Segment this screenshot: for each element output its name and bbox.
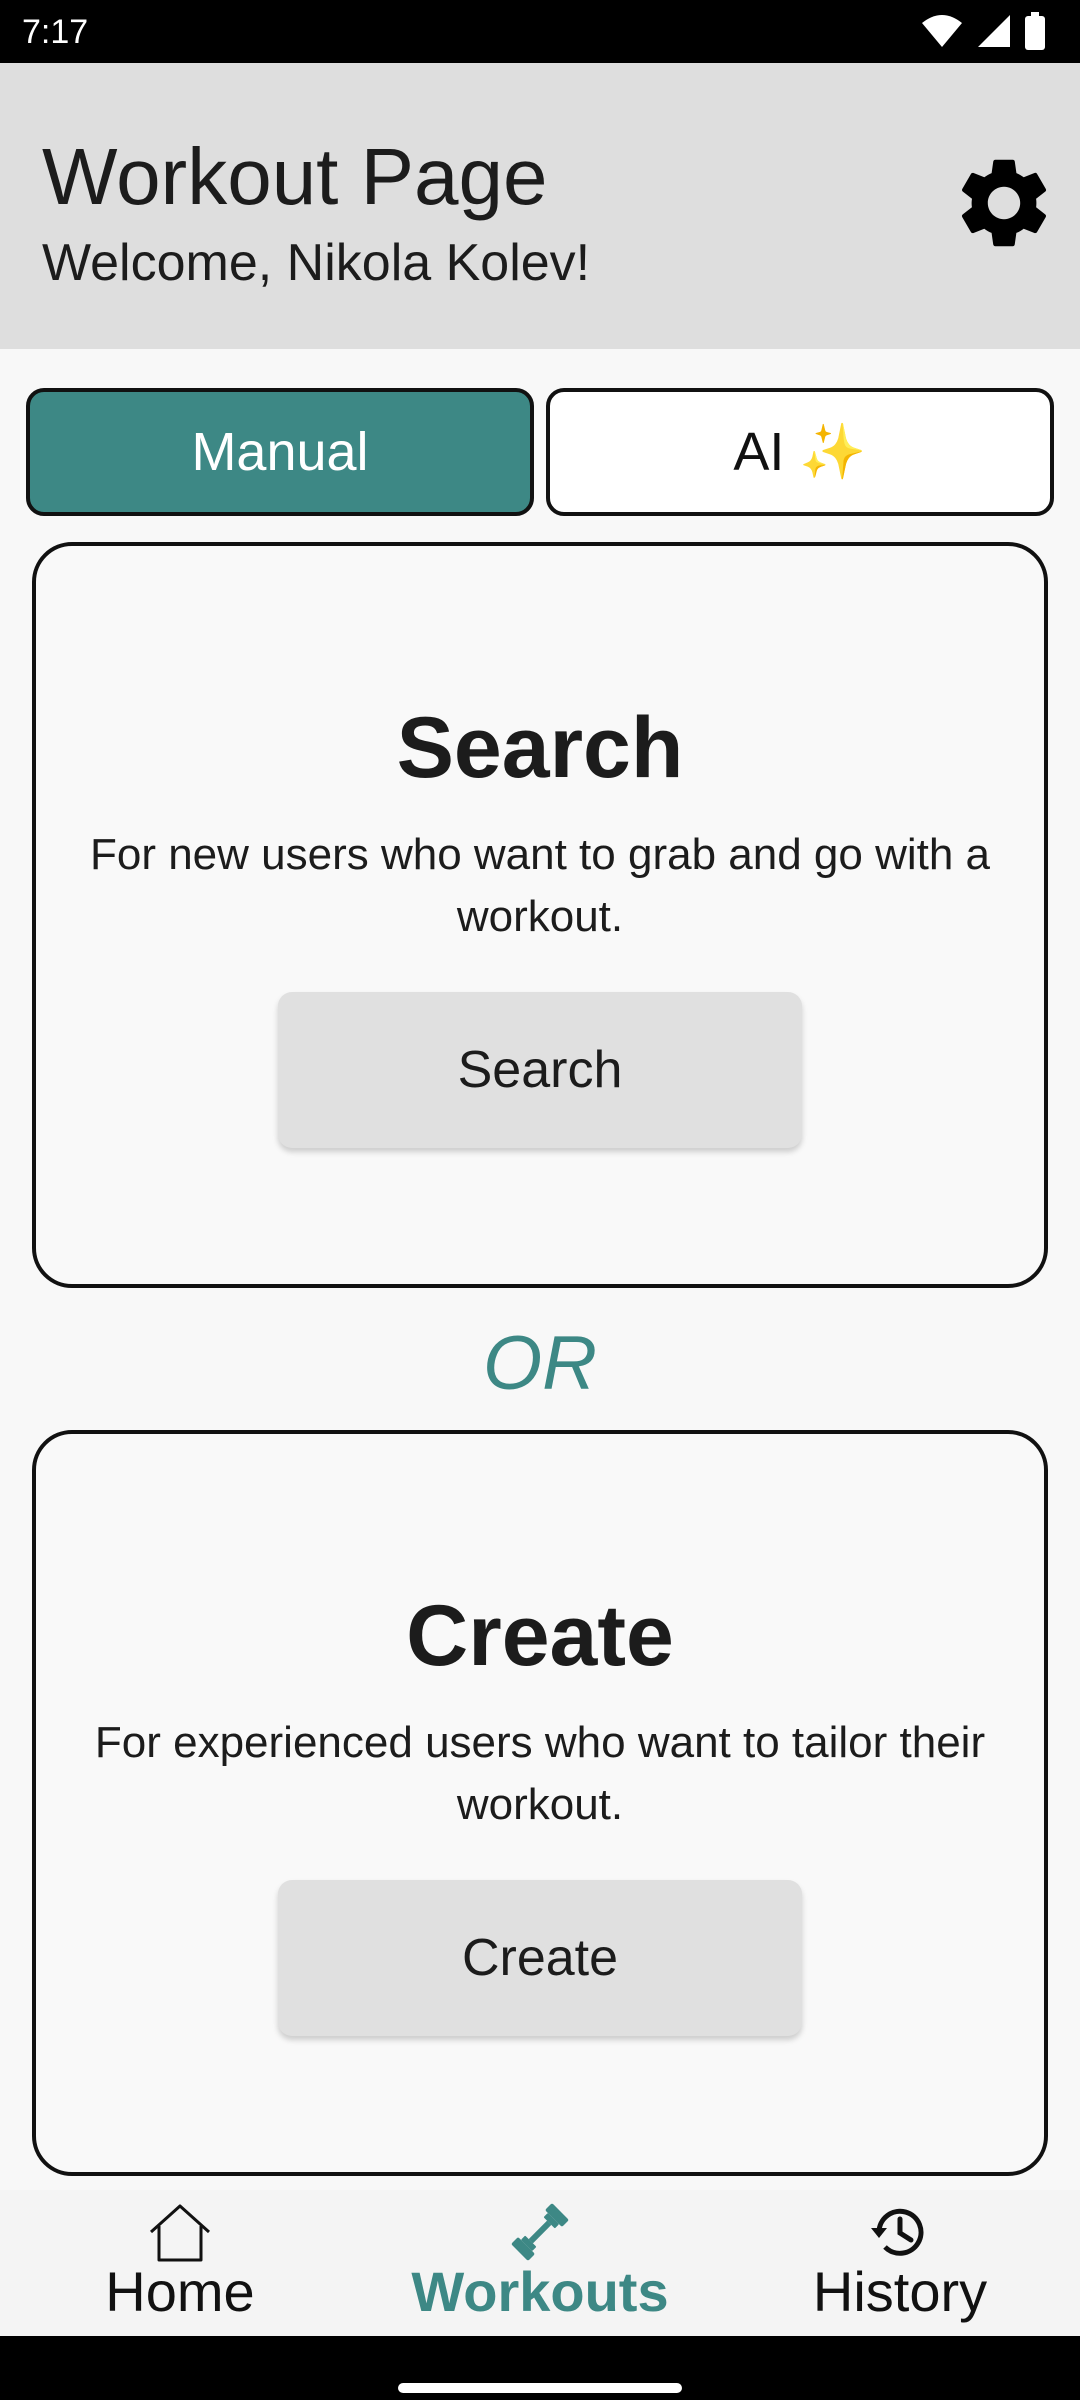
nav-label-home: Home: [105, 2260, 255, 2323]
nav-label-history: History: [812, 2260, 988, 2323]
signal-icon: [978, 15, 1010, 47]
tab-manual[interactable]: Manual: [26, 388, 534, 516]
app-header: Workout Page Welcome, Nikola Kolev!: [0, 63, 1080, 349]
tab-ai[interactable]: AI ✨: [546, 388, 1054, 516]
create-card: Create For experienced users who want to…: [32, 1430, 1048, 2176]
battery-icon: [1025, 12, 1045, 50]
gear-icon: [961, 159, 1047, 247]
nav-item-workouts[interactable]: Workouts: [360, 2190, 720, 2336]
dumbbell-icon: [511, 2203, 569, 2261]
nav-label-workouts: Workouts: [411, 2260, 669, 2323]
search-button[interactable]: Search: [278, 992, 802, 1148]
status-bar: 7:17: [0, 0, 1080, 63]
welcome-message: Welcome, Nikola Kolev!: [42, 234, 591, 292]
or-divider: OR: [483, 1321, 597, 1406]
status-icons: [920, 12, 1046, 50]
settings-button[interactable]: [948, 147, 1060, 259]
nav-item-home[interactable]: Home: [0, 2190, 360, 2336]
home-gesture-bar[interactable]: [398, 2383, 682, 2393]
bottom-nav: Home Workouts History: [0, 2190, 1080, 2336]
create-card-description: For experienced users who want to tailor…: [94, 1718, 986, 1829]
search-card: Search For new users who want to grab an…: [32, 542, 1048, 1288]
search-card-title: Search: [396, 700, 684, 796]
create-button[interactable]: Create: [278, 1880, 802, 2036]
history-icon: [871, 2208, 924, 2256]
home-icon: [149, 2204, 211, 2262]
page-title: Workout Page: [42, 132, 548, 221]
status-time: 7:17: [22, 13, 89, 51]
wifi-icon: [922, 15, 962, 47]
mode-tabs: Manual AI ✨: [26, 388, 1054, 516]
nav-item-history[interactable]: History: [720, 2190, 1080, 2336]
create-card-title: Create: [406, 1588, 674, 1684]
search-card-description: For new users who want to grab and go wi…: [89, 830, 991, 941]
